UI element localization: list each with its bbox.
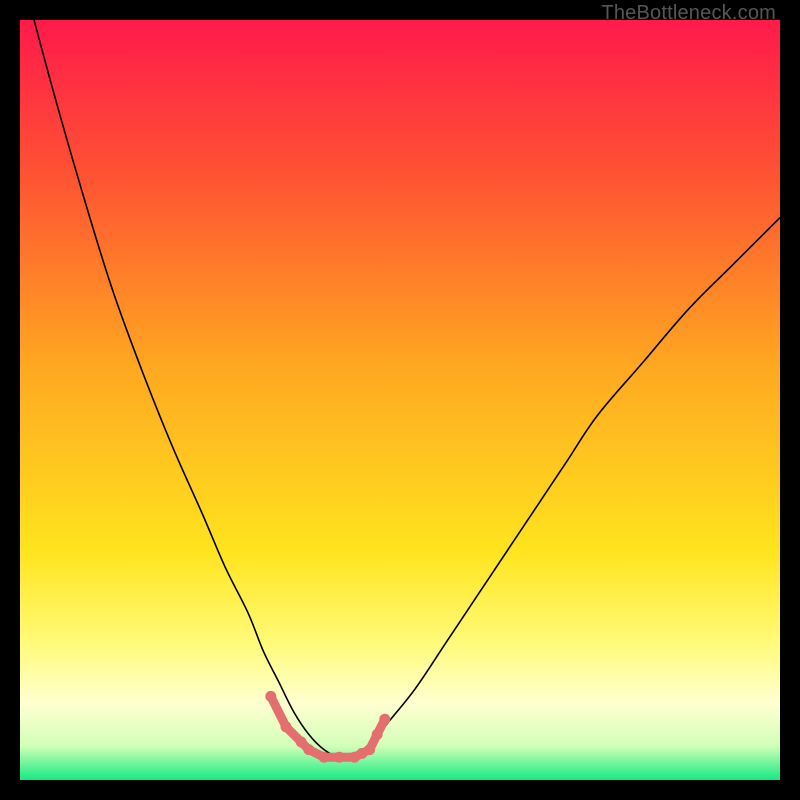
bottom-emphasis-dot [319, 752, 330, 763]
watermark-text: TheBottleneck.com [601, 2, 776, 25]
gradient-background [20, 20, 780, 780]
bottom-emphasis-dot [379, 714, 390, 725]
chart-frame [20, 20, 780, 780]
bottom-emphasis-dot [372, 729, 383, 740]
bottom-emphasis-dot [334, 752, 345, 763]
bottom-emphasis-dot [281, 721, 292, 732]
bottom-emphasis-dot [364, 744, 375, 755]
bottleneck-plot [20, 20, 780, 780]
bottom-emphasis-dot [265, 691, 276, 702]
bottom-emphasis-dot [303, 744, 314, 755]
